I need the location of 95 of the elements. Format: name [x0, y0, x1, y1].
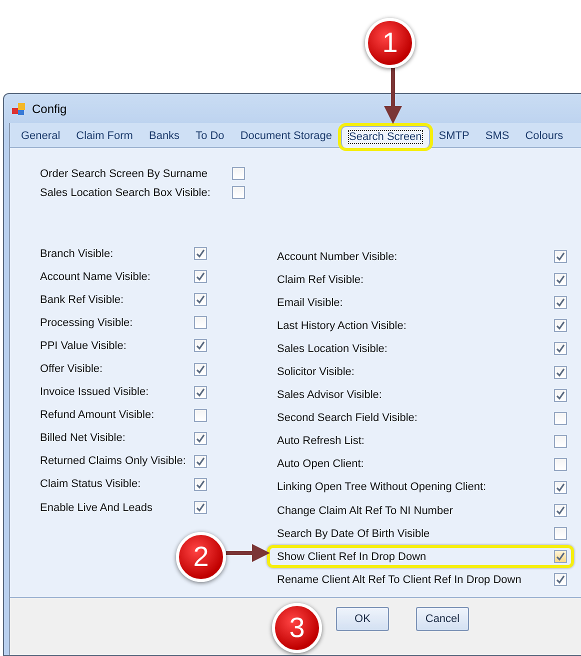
checkbox[interactable]: [554, 480, 567, 494]
checkbox[interactable]: [194, 501, 207, 514]
checkbox[interactable]: [554, 412, 567, 425]
option-label: Auto Open Client:: [277, 458, 365, 470]
window-title: Config: [32, 102, 67, 116]
checkbox[interactable]: [554, 527, 567, 540]
step-number: 1: [365, 18, 415, 68]
checkbox[interactable]: [554, 458, 567, 471]
checkbox[interactable]: [194, 316, 207, 330]
option-label: Solicitor Visible:: [277, 366, 356, 378]
tab[interactable]: General: [14, 126, 68, 147]
check-icon: [556, 482, 565, 492]
check-icon: [196, 480, 205, 489]
option-label: Sales Advisor Visible:: [277, 389, 383, 402]
tab[interactable]: Colours: [518, 126, 570, 147]
option-label: Last History Action Visible:: [277, 320, 408, 332]
option-label: Second Search Field Visible:: [277, 412, 418, 424]
option-label: Search By Date Of Birth Visible: [277, 528, 431, 540]
checkbox[interactable]: [194, 270, 207, 284]
check-icon: [196, 456, 205, 466]
option-label: Invoice Issued Visible:: [40, 386, 150, 398]
checkbox[interactable]: [554, 550, 567, 564]
option-label: Sales Location Search Box Visible:: [40, 186, 212, 198]
checkbox[interactable]: [554, 504, 567, 518]
option-label: Claim Ref Visible:: [277, 274, 365, 286]
checkbox[interactable]: [554, 366, 567, 379]
tab[interactable]: Document Storage: [233, 126, 340, 147]
tab[interactable]: To Do: [188, 126, 232, 147]
option-label: Rename Client Alt Ref To Client Ref In Drop Down: [277, 574, 522, 586]
check-icon: [196, 503, 205, 512]
option-label: Show Client Ref In Drop Down: [277, 550, 428, 563]
option-label: Enable Live And Leads: [40, 502, 154, 514]
option-label: Change Claim Alt Ref To NI Number: [277, 504, 454, 517]
checkbox[interactable]: [554, 388, 567, 402]
tab[interactable]: Claim Form: [69, 126, 140, 147]
option-label: Account Name Visible:: [40, 270, 152, 283]
check-icon: [196, 249, 205, 258]
check-icon: [196, 364, 205, 374]
option-label: PPI Value Visible:: [40, 340, 128, 352]
checkbox[interactable]: [194, 293, 207, 306]
check-icon: [556, 552, 565, 562]
arrow: [384, 68, 402, 124]
option-label: Auto Refresh List:: [277, 435, 366, 448]
option-label: Offer Visible:: [40, 363, 104, 376]
checkbox[interactable]: [194, 408, 207, 422]
option-label: Claim Status Visible:: [40, 478, 142, 490]
tab[interactable]: Search Screen: [341, 126, 430, 148]
tab[interactable]: SMTP: [432, 126, 476, 147]
checkbox[interactable]: [194, 454, 207, 468]
option-label: Email Visible:: [277, 296, 344, 309]
ok-button[interactable]: OK: [336, 607, 389, 631]
check-icon: [556, 321, 565, 330]
checkbox[interactable]: [232, 186, 245, 199]
option-label: Returned Claims Only Visible:: [40, 455, 187, 468]
checkbox[interactable]: [554, 296, 567, 310]
app-icon: [12, 102, 26, 116]
checkbox[interactable]: [194, 247, 207, 260]
check-icon: [556, 575, 565, 584]
checkbox[interactable]: [554, 342, 567, 356]
option-label: Billed Net Visible:: [40, 432, 126, 444]
checkbox[interactable]: [194, 386, 207, 399]
check-icon: [556, 368, 565, 377]
check-icon: [556, 275, 565, 284]
option-label: Linking Open Tree Without Opening Client:: [277, 481, 488, 494]
option-label: Processing Visible:: [40, 316, 134, 329]
check-icon: [196, 388, 205, 397]
checkbox[interactable]: [554, 573, 567, 586]
option-label: Account Number Visible:: [277, 250, 398, 263]
option-label: Order Search Screen By Surname: [40, 168, 209, 180]
arrow: [226, 544, 270, 562]
cancel-button[interactable]: Cancel: [416, 607, 469, 631]
check-icon: [556, 506, 565, 516]
checkbox[interactable]: [194, 432, 207, 445]
check-icon: [556, 344, 565, 354]
check-icon: [196, 295, 205, 304]
check-icon: [556, 252, 565, 262]
checkbox[interactable]: [194, 478, 207, 491]
check-icon: [556, 390, 565, 400]
checkbox[interactable]: [232, 167, 245, 180]
checkbox[interactable]: [554, 273, 567, 286]
checkbox[interactable]: [194, 339, 207, 352]
checkbox[interactable]: [194, 362, 207, 376]
check-icon: [556, 298, 565, 308]
check-icon: [196, 434, 205, 443]
checkbox[interactable]: [554, 434, 567, 448]
option-label: Branch Visible:: [40, 248, 114, 260]
tab[interactable]: Banks: [142, 126, 187, 147]
option-label: Sales Location Visible:: [277, 342, 388, 355]
checkbox[interactable]: [554, 319, 567, 332]
option-label: Bank Ref Visible:: [40, 294, 125, 306]
tab[interactable]: SMS: [478, 126, 516, 147]
check-icon: [196, 272, 205, 282]
check-icon: [196, 341, 205, 350]
option-label: Refund Amount Visible:: [40, 409, 156, 422]
checkbox[interactable]: [554, 250, 567, 264]
